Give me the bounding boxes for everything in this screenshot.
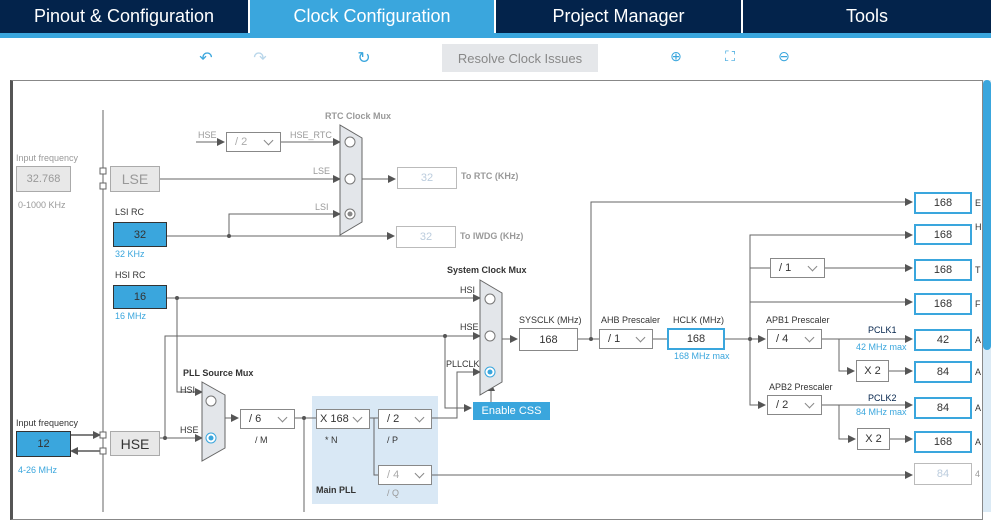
pllsrc-hsi-label: HSI (180, 385, 196, 395)
output-field-disabled: 84 (914, 463, 972, 485)
rtc-mux-lse-radio[interactable] (344, 173, 356, 185)
output-label: A (975, 335, 982, 345)
rtc-output-field: 32 (397, 167, 457, 189)
output-field[interactable]: 168 (914, 293, 972, 315)
sysmux-pllclk-label: PLLCLK (446, 359, 480, 369)
hse-input-label: Input frequency (16, 418, 79, 428)
output-label: F (975, 299, 981, 309)
pll-p-label: / P (387, 435, 399, 445)
system-clock-mux-title: System Clock Mux (447, 265, 527, 275)
pll-source-mux-title: PLL Source Mux (183, 368, 254, 378)
lsi-label: LSI RC (115, 207, 145, 217)
output-field[interactable]: 84 (914, 361, 972, 383)
apb2-prescaler-label: APB2 Prescaler (769, 382, 833, 392)
hclk-label: HCLK (MHz) (673, 315, 724, 325)
pll-n-label: * N (325, 435, 338, 445)
pll-n-select[interactable]: X 168 (316, 409, 370, 429)
lsi-block: 32 (113, 222, 167, 247)
pll-p-select[interactable]: / 2 (378, 409, 432, 429)
sysclk-label: SYSCLK (MHz) (519, 315, 582, 325)
output-label: A (975, 367, 982, 377)
hsi-freq: 16 MHz (115, 311, 147, 321)
pll-m-label: / M (255, 435, 268, 445)
output-label: T (975, 265, 981, 275)
apb1-prescaler-label: APB1 Prescaler (766, 315, 830, 325)
ahb-prescaler-select[interactable]: / 1 (599, 329, 653, 349)
apb1-timer-multiplier: X 2 (856, 360, 889, 382)
main-pll-title: Main PLL (316, 485, 356, 495)
output-label: H (975, 222, 982, 232)
output-field[interactable]: 168 (914, 192, 972, 214)
rtc-lsi-label: LSI (315, 202, 329, 212)
pll-src-hsi-radio[interactable] (205, 395, 217, 407)
scrollbar-thumb[interactable] (983, 80, 991, 350)
pll-source-mux (201, 381, 226, 462)
pclk2-max: 84 MHz max (856, 407, 907, 417)
output-field[interactable]: 168 (914, 259, 972, 281)
rtc-hse-label: HSE (198, 130, 217, 140)
pll-q-select[interactable]: / 4 (378, 465, 432, 485)
hse-block: HSE (110, 431, 160, 456)
rtc-mux-title: RTC Clock Mux (325, 111, 392, 121)
output-field[interactable]: 84 (914, 397, 972, 419)
output-label: A (975, 403, 982, 413)
pclk2-label: PCLK2 (868, 393, 897, 403)
output-label: E (975, 198, 982, 208)
lse-block: LSE (110, 166, 160, 192)
apb1-prescaler-select[interactable]: / 4 (767, 329, 822, 349)
output-field[interactable]: 168 (914, 431, 972, 453)
rtc-hse-divider-select[interactable]: / 2 (226, 132, 281, 152)
lse-range: 0-1000 KHz (18, 200, 66, 210)
output-field[interactable]: 168 (914, 224, 972, 245)
output-label: A (975, 437, 982, 447)
pllsrc-hse-label: HSE (180, 425, 199, 435)
sysmux-hse-label: HSE (460, 322, 479, 332)
rtc-output-label: To RTC (KHz) (461, 171, 519, 181)
apb2-prescaler-select[interactable]: / 2 (767, 395, 822, 415)
hse-input-field[interactable]: 12 (16, 431, 71, 457)
pclk1-label: PCLK1 (868, 325, 897, 335)
hclk-max: 168 MHz max (674, 351, 730, 361)
ahb-prescaler-label: AHB Prescaler (601, 315, 661, 325)
hclk-field[interactable]: 168 (667, 328, 725, 350)
apb2-timer-multiplier: X 2 (857, 428, 890, 450)
pll-m-select[interactable]: / 6 (240, 409, 295, 429)
hse-rtc-label: HSE_RTC (290, 130, 332, 140)
output-field[interactable]: 42 (914, 329, 972, 351)
lse-input-field[interactable]: 32.768 (16, 166, 71, 192)
sys-mux-hse-radio[interactable] (484, 330, 496, 342)
lsi-freq: 32 KHz (115, 249, 145, 259)
lse-input-label: Input frequency (16, 153, 79, 163)
pclk1-max: 42 MHz max (856, 342, 907, 352)
sysclk-field[interactable]: 168 (519, 328, 578, 351)
hse-range: 4-26 MHz (18, 465, 58, 475)
sys-mux-hsi-radio[interactable] (484, 293, 496, 305)
hsi-label: HSI RC (115, 270, 146, 280)
hsi-block: 16 (113, 285, 167, 309)
output-label: 4 (975, 469, 981, 479)
sysmux-hsi-label: HSI (460, 285, 476, 295)
enable-css-button[interactable]: Enable CSS (473, 402, 550, 420)
timer-divider-select[interactable]: / 1 (770, 258, 825, 278)
rtc-mux-hse-radio[interactable] (344, 136, 356, 148)
iwdg-output-label: To IWDG (KHz) (460, 231, 524, 241)
rtc-lse-label: LSE (313, 166, 331, 176)
pll-q-label: / Q (387, 488, 400, 498)
iwdg-output-field: 32 (396, 226, 456, 248)
